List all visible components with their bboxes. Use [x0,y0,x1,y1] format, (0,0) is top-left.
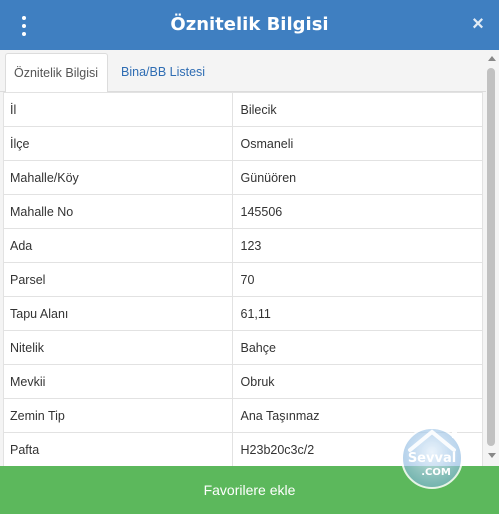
close-icon[interactable]: × [469,13,487,35]
kebab-menu-icon[interactable] [14,14,34,38]
attribute-value: 123 [231,228,483,263]
table-row: Mahalle No 145506 [3,194,483,229]
table-row: Mahalle/Köy Günüören [3,160,483,195]
table-row: İlçe Osmaneli [3,126,483,161]
attribute-value: H23b20c3c/2 [231,432,483,466]
scroll-down-arrow-icon[interactable] [488,453,496,458]
attribute-value: Bahçe [231,330,483,365]
attribute-table-container: İl Bilecik İlçe Osmaneli Mahalle/Köy Günüören… [3,92,483,466]
tab-oznitelik-bilgisi[interactable]: Öznitelik Bilgisi [5,53,108,93]
dialog-title: Öznitelik Bilgisi [170,14,329,35]
table-row: Nitelik Bahçe [3,330,483,365]
attribute-key: Ada [3,228,233,263]
attribute-key: Mahalle/Köy [3,160,233,195]
attribute-value: 145506 [231,194,483,229]
attribute-key: Zemin Tip [3,398,233,433]
attribute-value: Osmaneli [231,126,483,161]
table-row: İl Bilecik [3,92,483,127]
table-row: Zemin Tip Ana Taşınmaz [3,398,483,433]
attribute-value: Ana Taşınmaz [231,398,483,433]
attribute-value: Bilecik [231,92,483,127]
attribute-key: Nitelik [3,330,233,365]
table-row: Ada 123 [3,228,483,263]
attribute-key: İlçe [3,126,233,161]
table-row: Parsel 70 [3,262,483,297]
attribute-key: İl [3,92,233,127]
tab-bar: Öznitelik Bilgisi Bina/BB Listesi [0,50,486,93]
scroll-up-arrow-icon[interactable] [488,56,496,61]
attribute-table: İl Bilecik İlçe Osmaneli Mahalle/Köy Günüören… [3,92,483,466]
attribute-value: 70 [231,262,483,297]
dialog-header: Öznitelik Bilgisi × [0,0,499,50]
attribute-value: Günüören [231,160,483,195]
table-row: Mevkii Obruk [3,364,483,399]
attribute-key: Tapu Alanı [3,296,233,331]
attribute-key: Pafta [3,432,233,466]
table-row: Tapu Alanı 61,11 [3,296,483,331]
scrollbar-thumb[interactable] [487,68,495,446]
add-to-favorites-button[interactable]: Favorilere ekle [0,466,499,514]
attribute-key: Parsel [3,262,233,297]
attribute-key: Mahalle No [3,194,233,229]
tab-bina-bb-listesi[interactable]: Bina/BB Listesi [113,53,213,93]
attribute-value: Obruk [231,364,483,399]
attribute-value: 61,11 [231,296,483,331]
dialog-body: Öznitelik Bilgisi Bina/BB Listesi İl Bile… [0,50,499,466]
vertical-scrollbar[interactable] [486,54,497,462]
attribute-key: Mevkii [3,364,233,399]
table-row: Pafta H23b20c3c/2 [3,432,483,466]
